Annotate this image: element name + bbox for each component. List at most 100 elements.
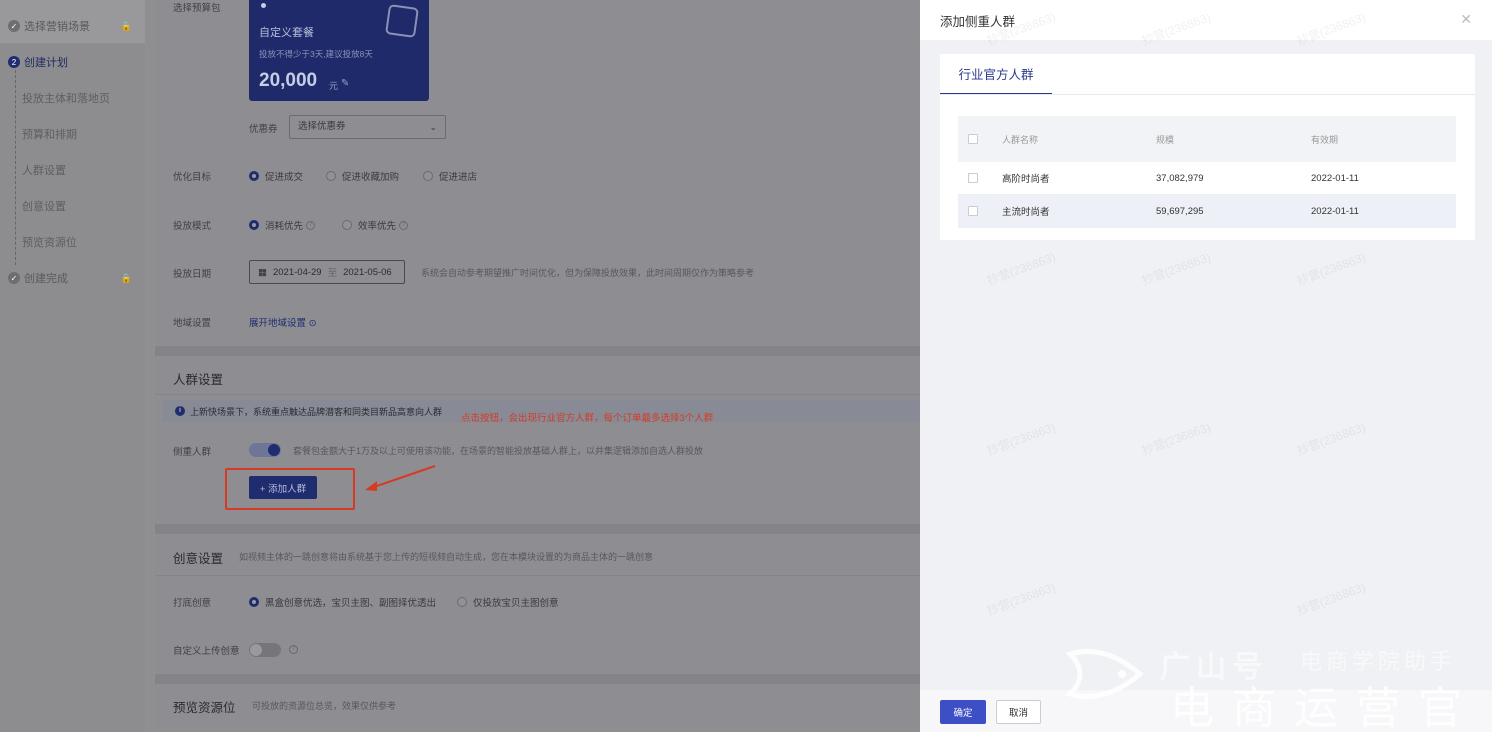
budget-card-desc: 投放不得少于3天,建议投放8天: [259, 49, 373, 59]
date-note: 系统会自动参考期望推广时间优化，但为保障投放效果，此时间周期仅作为策略参考: [421, 268, 755, 278]
budget-package-card[interactable]: 自定义套餐 投放不得少于3天,建议投放8天 20,000 元 ✎: [249, 0, 429, 101]
budget-unit: 元: [329, 81, 339, 91]
cell-expiry: 2022-01-11: [1311, 205, 1359, 217]
goal-option-store[interactable]: 促进进店: [423, 169, 477, 183]
mode-label: 投放模式: [173, 221, 212, 232]
chevron-circle-icon: ⊙: [308, 318, 317, 329]
coupon-label: 优惠券: [249, 124, 278, 135]
cell-name: 高阶时尚者: [1002, 174, 1050, 185]
select-all-checkbox[interactable]: [968, 134, 978, 144]
radio-icon: [342, 220, 352, 230]
nav-step-label: 创建计划: [24, 57, 68, 69]
info-icon: i: [175, 406, 185, 416]
cancel-button[interactable]: 取消: [996, 700, 1041, 724]
radio-checked-icon: [249, 220, 259, 230]
nav-step-label: 创建完成: [24, 273, 68, 285]
mode-option-efficiency[interactable]: 效率优先?: [342, 218, 409, 232]
check-icon: ✓: [8, 272, 20, 284]
annotation-arrow: [365, 465, 436, 491]
nav-sub-preview[interactable]: 预览资源位: [14, 234, 77, 250]
nav-step-create-plan[interactable]: 2 创建计划: [8, 52, 138, 72]
divider: [155, 575, 920, 576]
radio-icon: [457, 597, 467, 607]
custom-creative-label: 自定义上传创意: [173, 646, 240, 657]
nav-sub-budget[interactable]: 预算和排期: [14, 126, 77, 142]
base-creative-option-main[interactable]: 仅投放宝贝主图创意: [457, 595, 559, 609]
budget-card-title: 自定义套餐: [259, 27, 314, 39]
goal-label: 优化目标: [173, 172, 212, 183]
lock-icon: 🔒: [120, 272, 132, 283]
left-nav: ✓ 选择营销场景 🔒 2 创建计划 投放主体和落地页 预算和排期 人群设置 创意…: [0, 0, 145, 732]
audience-table: 人群名称 规模 有效期 高阶时尚者 37,082,979 2022-01-11 …: [958, 116, 1456, 228]
nav-sub-creative[interactable]: 创意设置: [14, 198, 66, 214]
date-label: 投放日期: [173, 269, 212, 280]
brand-logo-watermark: 广山号 电商学院助手 电商运营官: [1060, 636, 1490, 732]
radio-icon: [326, 171, 336, 181]
date-start: 2021-04-29: [272, 266, 322, 278]
table-row[interactable]: 主流时尚者 59,697,295 2022-01-11: [958, 195, 1456, 228]
audience-title: 人群设置: [173, 373, 224, 387]
add-audience-drawer: 添加侧重人群 ✕ 行业官方人群 人群名称 规模 有效期 高阶时尚者 37,082…: [920, 0, 1492, 732]
preview-desc: 可投放的资源位总览，效果仅供参考: [252, 701, 397, 711]
cell-size: 37,082,979: [1156, 172, 1204, 184]
nav-step-select-scene[interactable]: ✓ 选择营销场景 🔒: [8, 16, 138, 36]
date-end: 2021-05-06: [343, 266, 392, 278]
tab-industry-audience[interactable]: 行业官方人群: [940, 54, 1052, 95]
drawer-header: 添加侧重人群 ✕: [920, 0, 1492, 40]
selected-dot-icon: [261, 3, 266, 8]
radio-checked-icon: [249, 597, 259, 607]
nav-step-complete[interactable]: ✓ 创建完成 🔒: [8, 268, 138, 288]
confirm-button[interactable]: 确定: [940, 700, 986, 724]
edit-icon[interactable]: ✎: [341, 78, 349, 89]
nav-sub-audience[interactable]: 人群设置: [14, 162, 66, 178]
table-row[interactable]: 高阶时尚者 37,082,979 2022-01-11: [958, 162, 1456, 195]
section-divider: [155, 346, 920, 356]
column-header-size: 规模: [1156, 134, 1175, 145]
base-creative-option-auto[interactable]: 黑盒创意优选，宝贝主图、副图择优透出: [249, 595, 436, 609]
coupon-select[interactable]: 选择优惠券 ⌄: [289, 115, 446, 139]
annotation-text: 点击按钮，会出现行业官方人群，每个订单最多选择3个人群: [461, 413, 714, 424]
main-content: 选择预算包 自定义套餐 投放不得少于3天,建议投放8天 20,000 元 ✎ 优…: [155, 0, 920, 732]
focus-audience-label: 侧重人群: [173, 447, 212, 458]
tab-underline: [940, 94, 1475, 95]
goal-option-cart[interactable]: 促进收藏加购: [326, 169, 399, 183]
custom-creative-toggle[interactable]: [249, 643, 281, 657]
cell-size: 59,697,295: [1156, 205, 1204, 217]
cell-expiry: 2022-01-11: [1311, 172, 1359, 184]
fish-logo-icon: [1065, 649, 1144, 699]
goal-option-conversion[interactable]: 促进成交: [249, 169, 303, 183]
focus-audience-toggle[interactable]: [249, 443, 281, 457]
toggle-knob: [250, 644, 262, 656]
help-icon[interactable]: ?: [399, 220, 409, 230]
region-expand-link[interactable]: 展开地域设置 ⊙: [249, 315, 317, 329]
radio-label: 仅投放宝贝主图创意: [473, 598, 559, 609]
toggle-knob: [268, 444, 280, 456]
table-header: 人群名称 规模 有效期: [958, 116, 1456, 162]
section-divider: [155, 524, 920, 534]
budget-label: 选择预算包: [173, 3, 221, 14]
column-header-expiry: 有效期: [1311, 134, 1339, 145]
radio-label: 促进成交: [265, 172, 304, 183]
radio-label: 促进收藏加购: [342, 172, 400, 183]
help-icon[interactable]: ?: [289, 645, 298, 654]
audience-card: 行业官方人群 人群名称 规模 有效期 高阶时尚者 37,082,979 2022…: [940, 54, 1475, 240]
row-checkbox[interactable]: [968, 173, 978, 183]
radio-checked-icon: [249, 171, 259, 181]
radio-label: 消耗优先: [265, 221, 304, 232]
section-divider: [155, 674, 920, 684]
chevron-down-icon: ⌄: [429, 122, 437, 132]
divider: [155, 394, 920, 395]
radio-label: 促进进店: [439, 172, 478, 183]
date-range-picker[interactable]: ▦ 2021-04-29 至 2021-05-06: [249, 260, 405, 284]
close-icon[interactable]: ✕: [1460, 11, 1472, 28]
creative-desc: 如视频主体的一跳创意将由系统基于您上传的短视频自动生成，您在本模块设置的为商品主…: [239, 552, 654, 562]
calendar-icon: ▦: [258, 266, 267, 278]
radio-icon: [423, 171, 433, 181]
drawer-title: 添加侧重人群: [940, 15, 1016, 29]
nav-sub-subject[interactable]: 投放主体和落地页: [14, 90, 110, 106]
help-icon[interactable]: ?: [306, 220, 316, 230]
add-audience-button[interactable]: + 添加人群: [249, 476, 317, 499]
lock-icon: 🔒: [120, 20, 132, 31]
row-checkbox[interactable]: [968, 206, 978, 216]
mode-option-spend[interactable]: 消耗优先?: [249, 218, 316, 232]
